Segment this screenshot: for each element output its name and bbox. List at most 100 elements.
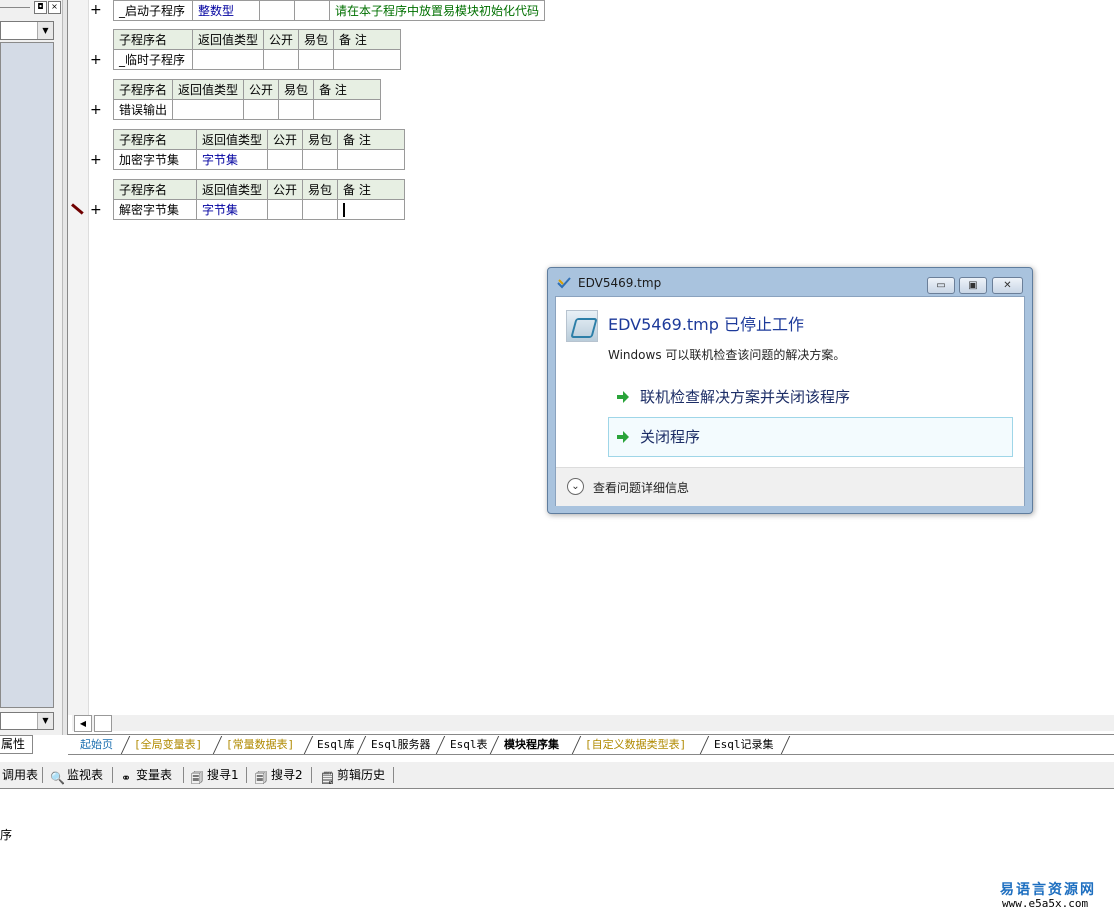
easy-pack-cell[interactable] <box>294 0 330 21</box>
easy-pack-cell[interactable] <box>302 149 339 170</box>
tab-separator <box>782 736 790 754</box>
tab-constants[interactable]: [常量数据表] <box>220 736 300 754</box>
header-public: 公开 <box>243 79 280 100</box>
public-cell[interactable] <box>263 49 300 70</box>
header-public: 公开 <box>267 179 304 200</box>
subroutine-table: _启动子程序 整数型 请在本子程序中放置易模块初始化代码 <box>113 0 546 21</box>
close-program-label: 关闭程序 <box>640 428 701 446</box>
easy-pack-cell[interactable] <box>302 199 339 220</box>
subroutine-table: 子程序名 返回值类型 公开 易包 备 注 解密字节集 字节集 <box>113 179 406 220</box>
return-type[interactable]: 字节集 <box>195 199 269 220</box>
subroutine-table: 子程序名 返回值类型 公开 易包 备 注 加密字节集 字节集 <box>113 129 406 170</box>
tab-esql-server[interactable]: Esql服务器 <box>365 736 437 754</box>
check-online-option[interactable]: 联机检查解决方案并关闭该程序 <box>608 377 1013 417</box>
header-easy-pack: 易包 <box>298 29 335 50</box>
call-table-button[interactable]: 调用表 <box>2 765 38 785</box>
dialog-title: EDV5469.tmp <box>578 276 662 290</box>
subroutine-name[interactable]: _临时子程序 <box>113 49 193 70</box>
header-return-type: 返回值类型 <box>172 79 245 100</box>
search1-label: 搜寻1 <box>207 768 239 782</box>
search1-button[interactable]: 🗐 搜寻1 <box>190 765 239 785</box>
scroll-thumb[interactable] <box>94 715 112 732</box>
table-row[interactable]: _启动子程序 整数型 请在本子程序中放置易模块初始化代码 <box>113 0 546 21</box>
call-table-label: 调用表 <box>2 768 39 782</box>
tab-custom-types[interactable]: [自定义数据类型表] <box>579 736 692 754</box>
easy-pack-cell[interactable] <box>278 99 315 120</box>
subroutine-name[interactable]: 加密字节集 <box>113 149 197 170</box>
table-header: 子程序名 返回值类型 公开 易包 备 注 <box>113 129 406 150</box>
program-icon <box>566 310 598 342</box>
return-type[interactable] <box>191 49 265 70</box>
tab-start-page[interactable]: 起始页 <box>74 736 119 754</box>
public-cell[interactable] <box>267 199 304 220</box>
watch-table-button[interactable]: 🔍 监视表 <box>50 765 103 785</box>
subroutine-name[interactable]: 错误输出 <box>112 99 174 120</box>
search2-button[interactable]: 🗐 搜寻2 <box>254 765 303 785</box>
expand-icon[interactable]: + <box>90 153 102 167</box>
property-panel: ◘ × ▼ ▼ <box>0 0 62 735</box>
maximize-button[interactable]: ▣ <box>959 277 987 294</box>
table-row[interactable]: 错误输出 <box>112 99 382 120</box>
header-name: 子程序名 <box>113 179 197 200</box>
variable-table-button[interactable]: ⚭ 变量表 <box>119 765 172 785</box>
watermark-url: www.e5a5x.com <box>1002 897 1089 910</box>
object-combo-box[interactable]: ▼ <box>0 21 54 40</box>
note-cell[interactable] <box>313 99 382 120</box>
magnifier-icon: 🔍 <box>50 771 65 785</box>
tab-module-assembly[interactable]: 模块程序集 <box>498 736 565 754</box>
chevron-down-icon[interactable]: ▼ <box>37 22 53 39</box>
property-list[interactable] <box>0 42 54 708</box>
header-note: 备 注 <box>333 29 402 50</box>
header-easy-pack: 易包 <box>302 129 339 150</box>
note-cell[interactable] <box>333 49 402 70</box>
return-type[interactable] <box>172 99 245 120</box>
table-row[interactable]: 加密字节集 字节集 <box>113 149 406 170</box>
tab-esql-table[interactable]: Esql表 <box>444 736 494 754</box>
clip-history-button[interactable]: 🗒 剪辑历史 <box>320 765 385 785</box>
expand-icon[interactable]: + <box>90 3 102 17</box>
header-name: 子程序名 <box>113 129 197 150</box>
public-cell[interactable] <box>243 99 280 120</box>
easy-pack-cell[interactable] <box>298 49 335 70</box>
pin-icon[interactable]: ◘ <box>34 1 47 14</box>
close-button[interactable]: ✕ <box>992 277 1023 294</box>
public-cell[interactable] <box>267 149 304 170</box>
dialog-title-bar[interactable]: EDV5469.tmp ▭ ▣ ✕ <box>548 268 1032 296</box>
table-row[interactable]: 解密字节集 字节集 <box>113 199 406 220</box>
expand-icon[interactable]: + <box>90 203 102 217</box>
note-cell[interactable] <box>337 149 406 170</box>
tab-global-variables[interactable]: [全局变量表] <box>128 736 208 754</box>
check-online-label: 联机检查解决方案并关闭该程序 <box>640 388 851 406</box>
subroutine-name[interactable]: 解密字节集 <box>113 199 197 220</box>
header-name: 子程序名 <box>112 79 174 100</box>
watch-table-label: 监视表 <box>67 768 104 782</box>
table-row[interactable]: _临时子程序 <box>113 49 402 70</box>
note-cell[interactable]: 请在本子程序中放置易模块初始化代码 <box>328 0 546 21</box>
tab-esql-library[interactable]: Esql库 <box>311 736 361 754</box>
tab-esql-recordset[interactable]: Esql记录集 <box>708 736 780 754</box>
pen-icon <box>71 203 84 215</box>
chevron-down-icon[interactable]: ▼ <box>37 713 53 729</box>
output-text: 序 <box>0 828 13 842</box>
expand-details-icon[interactable]: ⌄ <box>567 478 584 495</box>
expand-icon[interactable]: + <box>90 53 102 67</box>
return-type[interactable]: 字节集 <box>195 149 269 170</box>
close-program-option[interactable]: 关闭程序 <box>608 417 1013 457</box>
panel-close-icon[interactable]: × <box>48 1 61 14</box>
note-cell[interactable] <box>337 199 406 220</box>
minimize-button[interactable]: ▭ <box>927 277 955 294</box>
property-combo-box[interactable]: ▼ <box>0 712 54 730</box>
tab-properties[interactable]: 属性 <box>0 735 33 754</box>
view-details-link[interactable]: 查看问题详细信息 <box>593 479 689 496</box>
panel-grip <box>0 7 30 8</box>
clipboard-icon: 🗒 <box>320 771 336 785</box>
public-cell[interactable] <box>259 0 295 21</box>
expand-icon[interactable]: + <box>90 103 102 117</box>
panel-title-bar: ◘ × <box>0 0 62 16</box>
variable-table-label: 变量表 <box>136 768 173 782</box>
subroutine-name[interactable]: _启动子程序 <box>113 0 193 21</box>
return-type[interactable]: 整数型 <box>192 0 260 21</box>
scroll-left-icon[interactable]: ◀ <box>74 715 92 732</box>
horizontal-scrollbar[interactable]: ◀ <box>72 715 1114 732</box>
header-note: 备 注 <box>337 179 406 200</box>
